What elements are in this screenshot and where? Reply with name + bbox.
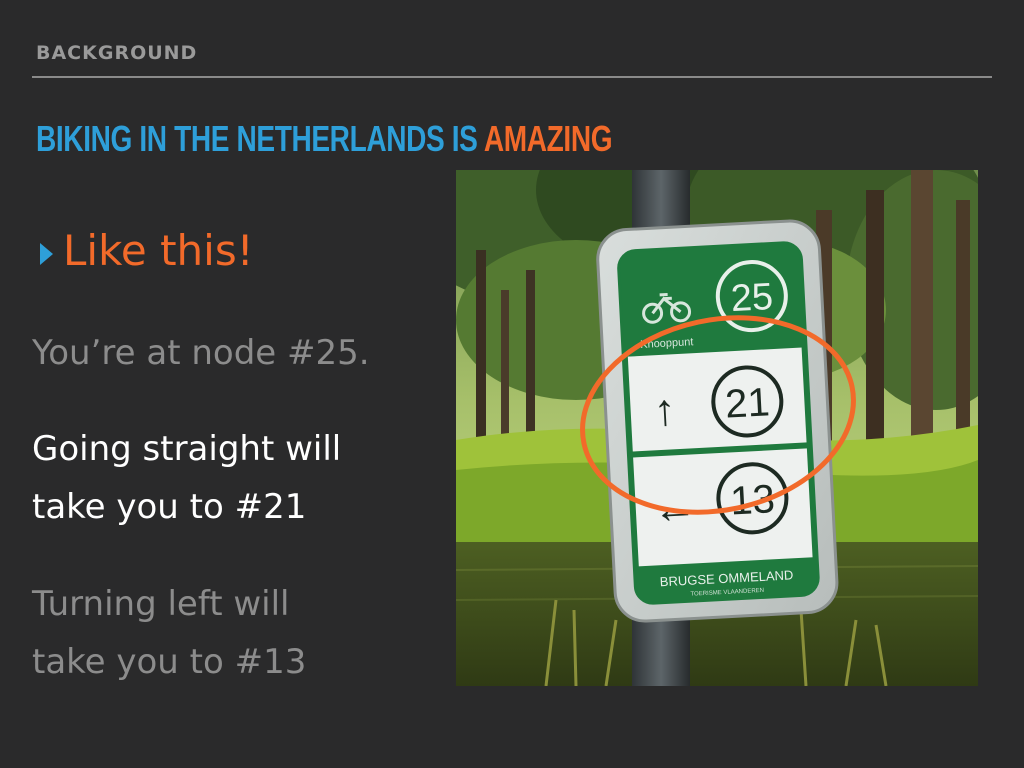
sign-node-number: 25 xyxy=(730,276,774,320)
left-line-1: Turning left will xyxy=(32,584,290,624)
bullet-triangle-icon xyxy=(40,242,53,265)
header-divider xyxy=(32,76,992,78)
svg-text:↑: ↑ xyxy=(652,385,677,435)
title-blue-part: BIKING IN THE NETHERLANDS IS xyxy=(36,118,484,159)
straight-line-2: take you to #21 xyxy=(32,487,307,527)
straight-text: Going straight will take you to #21 xyxy=(32,420,341,536)
left-text: Turning left will take you to #13 xyxy=(32,575,306,691)
bullet-item: Like this! xyxy=(40,226,254,275)
section-label: BACKGROUND xyxy=(36,42,198,64)
title-orange-part: AMAZING xyxy=(483,118,613,159)
sign-photo: 25 Knooppunt ↑ 21 ← 13 BRUGSE OMMELAND T… xyxy=(456,170,978,686)
sign-straight-node: 21 xyxy=(724,380,771,426)
node-line: You’re at node #25. xyxy=(32,333,370,373)
left-line-2: take you to #13 xyxy=(32,642,307,682)
slide-title: BIKING IN THE NETHERLANDS IS AMAZING xyxy=(36,118,613,160)
straight-line-1: Going straight will xyxy=(32,429,342,469)
bullet-text: Like this! xyxy=(63,226,254,275)
slide: BACKGROUND BIKING IN THE NETHERLANDS IS … xyxy=(0,0,1024,768)
